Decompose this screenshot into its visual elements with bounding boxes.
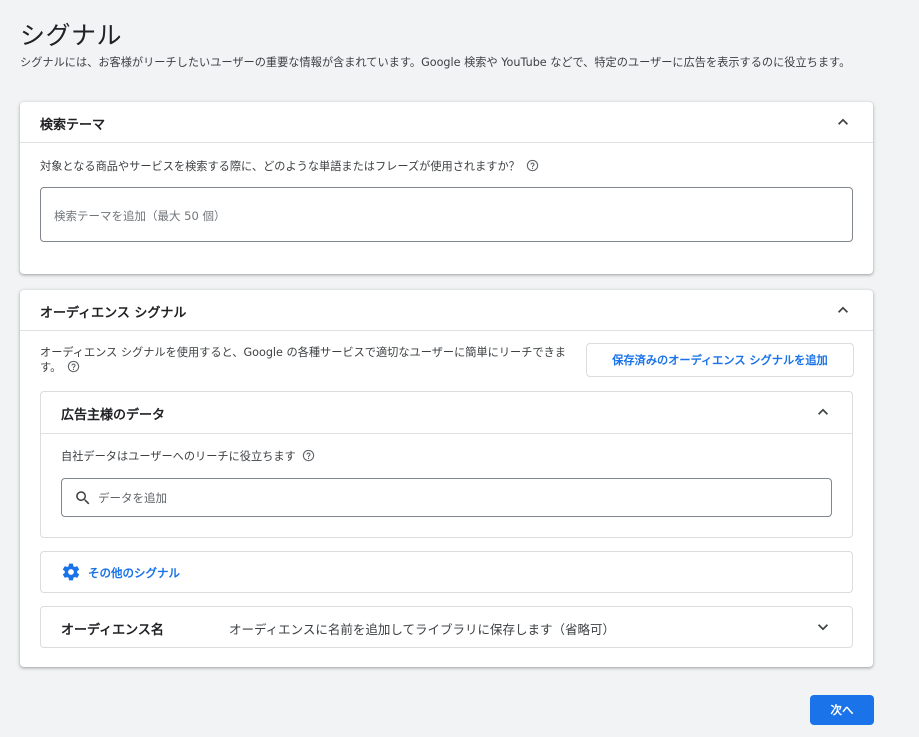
- audience-signal-description-text: オーディエンス シグナルを使用すると、Google の各種サービスで適切なユーザ…: [40, 346, 566, 374]
- audience-signal-header[interactable]: オーディエンス シグナル: [20, 290, 873, 331]
- audience-name-row[interactable]: オーディエンス名 オーディエンスに名前を追加してライブラリに保存します（省略可）: [40, 606, 853, 648]
- search-themes-question-text: 対象となる商品やサービスを検索する際に、どのような単語またはフレーズが使用されま…: [40, 160, 520, 173]
- audience-signal-description: オーディエンス シグナルを使用すると、Google の各種サービスで適切なユーザ…: [40, 345, 575, 375]
- other-signals-row[interactable]: その他のシグナル: [40, 551, 853, 593]
- chevron-up-icon[interactable]: [833, 112, 853, 132]
- search-themes-card: 検索テーマ 対象となる商品やサービスを検索する際に、どのような単語またはフレーズ…: [20, 102, 873, 274]
- help-circle-icon[interactable]: [302, 449, 315, 462]
- advertiser-data-description-text: 自社データはユーザーへのリーチに役立ちます: [61, 450, 296, 463]
- search-themes-question: 対象となる商品やサービスを検索する際に、どのような単語またはフレーズが使用されま…: [40, 158, 539, 174]
- audience-signal-card: オーディエンス シグナル オーディエンス シグナルを使用すると、Google の…: [20, 290, 873, 667]
- search-icon: [74, 489, 92, 507]
- audience-name-hint: オーディエンスに名前を追加してライブラリに保存します（省略可）: [229, 622, 616, 637]
- search-theme-input-placeholder: 検索テーマを追加（最大 50 個）: [54, 209, 226, 223]
- page-title: シグナル: [20, 21, 123, 50]
- search-themes-title: 検索テーマ: [40, 118, 106, 133]
- chevron-up-icon[interactable]: [833, 300, 853, 320]
- chevron-down-icon[interactable]: [813, 617, 833, 637]
- search-theme-input[interactable]: 検索テーマを追加（最大 50 個）: [40, 187, 853, 242]
- advertiser-data-section: 広告主様のデータ 自社データはユーザーへのリーチに役立ちます データを追加: [40, 391, 853, 538]
- page-description: シグナルには、お客様がリーチしたいユーザーの重要な情報が含まれています。Goog…: [20, 56, 851, 69]
- chevron-up-icon[interactable]: [813, 402, 833, 422]
- audience-name-label: オーディエンス名: [61, 623, 164, 638]
- add-data-placeholder: データを追加: [98, 491, 167, 505]
- advertiser-data-description: 自社データはユーザーへのリーチに役立ちます: [61, 448, 315, 464]
- next-button[interactable]: 次へ: [810, 695, 874, 725]
- help-circle-icon[interactable]: [67, 360, 80, 373]
- advertiser-data-title: 広告主様のデータ: [61, 408, 166, 423]
- add-saved-audience-signal-button[interactable]: 保存済みのオーディエンス シグナルを追加: [586, 343, 854, 377]
- advertiser-data-header[interactable]: 広告主様のデータ: [41, 392, 852, 434]
- other-signals-label: その他のシグナル: [88, 566, 180, 580]
- audience-signal-title: オーディエンス シグナル: [40, 306, 187, 321]
- gear-icon: [61, 562, 81, 582]
- help-circle-icon[interactable]: [526, 159, 539, 172]
- search-themes-header[interactable]: 検索テーマ: [20, 102, 873, 143]
- page: シグナル シグナルには、お客様がリーチしたいユーザーの重要な情報が含まれています…: [0, 0, 919, 737]
- add-data-input[interactable]: データを追加: [61, 478, 832, 517]
